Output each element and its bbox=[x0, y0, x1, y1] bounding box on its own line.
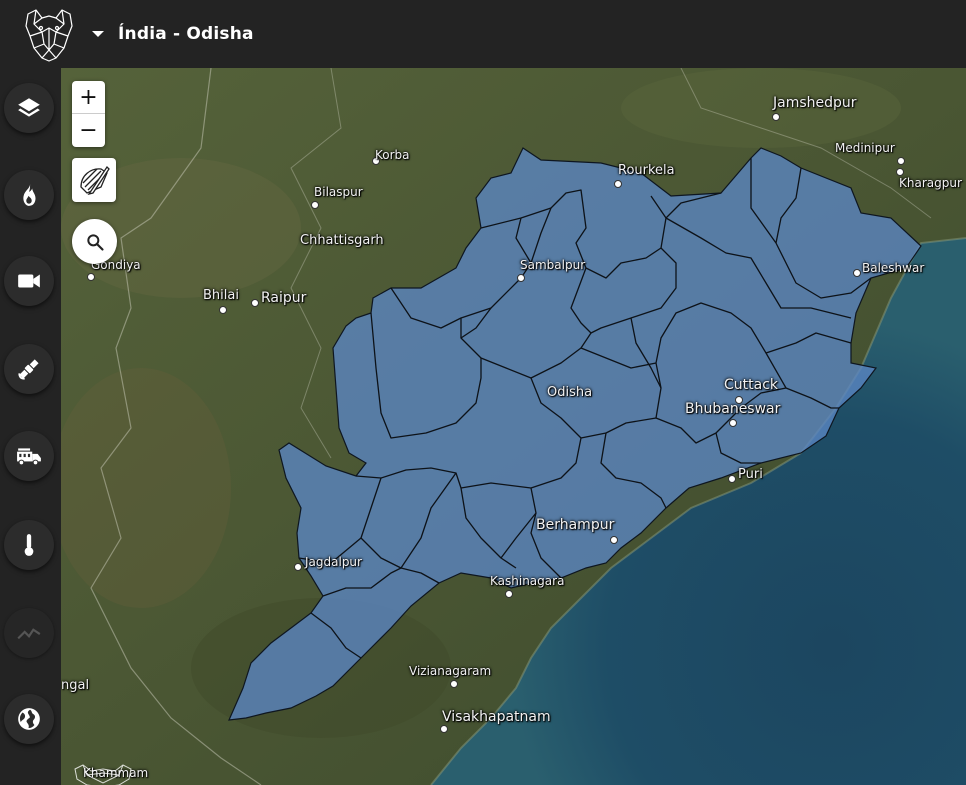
city-dot-vizianagaram bbox=[450, 680, 458, 688]
place-label-bilaspur: Bilaspur bbox=[314, 185, 363, 199]
city-dot-baleshwar bbox=[853, 269, 861, 277]
city-dot-bhilai bbox=[219, 306, 227, 314]
fire-truck-icon bbox=[17, 448, 41, 466]
place-label-jamshedpur: Jamshedpur bbox=[773, 95, 857, 111]
place-label-kashinagara: Kashinagara bbox=[490, 574, 565, 588]
city-dot-sambalpur bbox=[517, 274, 525, 282]
region-title: Índia - Odisha bbox=[118, 24, 254, 44]
top-bar: Índia - Odisha bbox=[0, 0, 966, 68]
globe-button[interactable] bbox=[4, 694, 54, 744]
draw-polygon-button[interactable] bbox=[72, 158, 116, 202]
search-button[interactable] bbox=[72, 219, 117, 264]
city-dot-gondiya bbox=[87, 273, 95, 281]
place-label-berhampur: Berhampur bbox=[536, 517, 615, 533]
place-label-bhilai: Bhilai bbox=[203, 288, 239, 303]
city-dot-medinipur bbox=[897, 157, 905, 165]
temperature-button[interactable] bbox=[4, 520, 54, 570]
place-label-cuttack: Cuttack bbox=[724, 377, 779, 393]
layers-icon bbox=[18, 98, 40, 117]
place-label-chhattisgarh: Chhattisgarh bbox=[300, 233, 384, 248]
place-label-puri: Puri bbox=[738, 467, 763, 482]
place-label-rourkela: Rourkela bbox=[618, 163, 675, 178]
camera-button[interactable] bbox=[4, 256, 54, 306]
search-icon bbox=[86, 233, 104, 251]
place-label-visakhapatnam: Visakhapatnam bbox=[442, 709, 551, 725]
city-dot-jamshedpur bbox=[772, 113, 780, 121]
city-dot-rourkela bbox=[614, 180, 622, 188]
place-label-raipur: Raipur bbox=[261, 290, 307, 306]
city-dot-kharagpur bbox=[896, 168, 904, 176]
city-dot-bilaspur bbox=[311, 201, 319, 209]
fire-truck-button[interactable] bbox=[4, 431, 54, 481]
video-camera-icon bbox=[18, 274, 40, 288]
city-dot-jagdalpur bbox=[294, 563, 302, 571]
region-dropdown[interactable]: Índia - Odisha bbox=[92, 20, 254, 48]
map-view[interactable]: Jamshedpur Korba Rourkela Medinipur Khar… bbox=[61, 68, 966, 785]
place-label-baleshwar: Baleshwar bbox=[862, 261, 925, 275]
city-dot-kashinagara bbox=[505, 590, 513, 598]
city-dot-visakhapatnam bbox=[440, 725, 448, 733]
sidebar bbox=[0, 68, 61, 785]
place-label-ngal: ngal bbox=[61, 678, 90, 693]
satellite-basemap bbox=[61, 68, 966, 785]
satellite-button[interactable] bbox=[4, 344, 54, 394]
place-label-kharagpur: Kharagpur bbox=[899, 176, 962, 190]
city-dot-puri bbox=[728, 475, 736, 483]
caret-down-icon bbox=[92, 31, 104, 37]
line-chart-icon bbox=[17, 628, 41, 640]
city-dot-berhampur bbox=[610, 536, 618, 544]
place-label-korba: Korba bbox=[375, 148, 410, 162]
place-label-vizianagaram: Vizianagaram bbox=[409, 664, 492, 678]
satellite-icon bbox=[18, 359, 39, 380]
place-label-bhubaneswar: Bhubaneswar bbox=[685, 401, 781, 417]
city-dot-raipur bbox=[251, 299, 259, 307]
thermometer-icon bbox=[24, 534, 34, 556]
fire-icon bbox=[23, 184, 36, 206]
place-label-odisha: Odisha bbox=[547, 385, 593, 400]
jaguar-watermark-icon bbox=[74, 764, 132, 785]
layers-button[interactable] bbox=[4, 83, 54, 133]
zoom-control: + − bbox=[72, 81, 105, 147]
fire-button[interactable] bbox=[4, 170, 54, 220]
zoom-in-button[interactable]: + bbox=[72, 81, 105, 114]
place-label-sambalpur: Sambalpur bbox=[520, 258, 586, 272]
city-dot-bhubaneswar bbox=[729, 419, 737, 427]
place-label-medinipur: Medinipur bbox=[835, 141, 895, 155]
chart-button[interactable] bbox=[4, 608, 54, 658]
globe-icon bbox=[18, 708, 40, 730]
draw-polygon-icon bbox=[80, 165, 110, 196]
zoom-out-button[interactable]: − bbox=[72, 114, 105, 147]
jaguar-logo-icon bbox=[25, 9, 73, 62]
place-label-jagdalpur: Jagdalpur bbox=[305, 555, 362, 569]
